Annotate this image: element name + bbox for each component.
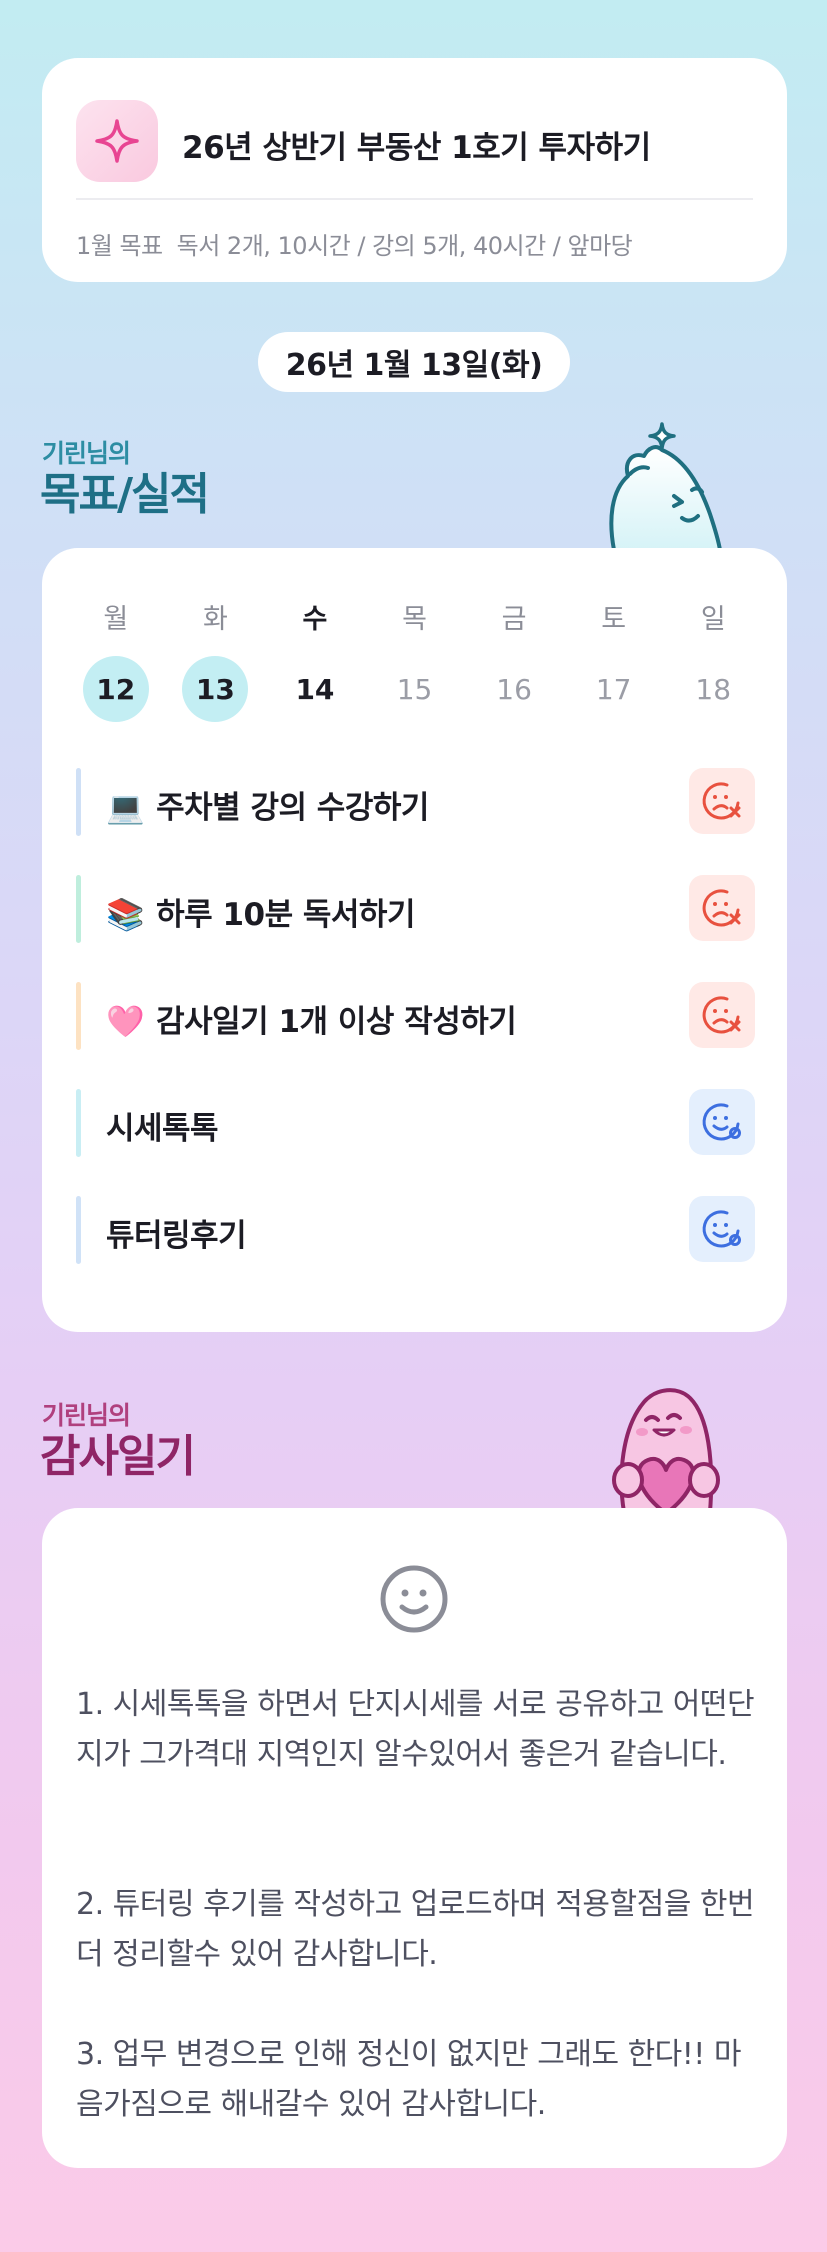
goal-label-text: 하루 10분 독서하기	[156, 897, 415, 933]
day-sun[interactable]: 일 18	[663, 600, 763, 722]
goal-item[interactable]: 💻 주차별 강의 수강하기	[76, 768, 755, 836]
goal-label: 💻 주차별 강의 수강하기	[106, 782, 429, 827]
goal-color-bar	[76, 1196, 81, 1264]
day-name: 금	[501, 604, 527, 635]
goal-label: 튜터링후기	[106, 1210, 247, 1255]
goals-section-title: 목표/실적	[40, 469, 210, 520]
goals-card: 월 12 화 13 수 14 목 15 금 16 토 17 일 18 💻 주차별…	[42, 548, 787, 1332]
goal-label-text: 튜터링후기	[106, 1218, 247, 1254]
status-ok-button[interactable]	[689, 1089, 755, 1155]
smile-icon	[380, 1565, 448, 1633]
heart-mascot-icon	[612, 1388, 720, 1512]
day-mon[interactable]: 월 12	[66, 600, 166, 722]
heart-emoji-icon: 🩷	[106, 1004, 145, 1040]
day-wed[interactable]: 수 14	[265, 600, 365, 722]
status-fail-button[interactable]	[689, 875, 755, 941]
laptop-emoji-icon: 💻	[106, 790, 145, 826]
divider	[76, 198, 753, 200]
day-number[interactable]: 18	[680, 656, 746, 722]
day-tue[interactable]: 화 13	[166, 600, 266, 722]
day-sat[interactable]: 토 17	[564, 600, 664, 722]
goal-label: 시세톡톡	[106, 1103, 219, 1148]
goal-item[interactable]: 📚 하루 10분 독서하기	[76, 875, 755, 943]
diary-entry: 3. 업무 변경으로 인해 정신이 없지만 그래도 한다!! 마음가짐으로 해내…	[76, 2037, 741, 2122]
smile-face-check-icon	[702, 1103, 741, 1141]
goal-item[interactable]: 🩷 감사일기 1개 이상 작성하기	[76, 982, 755, 1050]
sparkle-icon	[76, 100, 158, 182]
day-name: 월	[103, 604, 129, 635]
sad-face-x-icon	[702, 782, 741, 820]
day-name: 화	[202, 604, 228, 635]
status-fail-button[interactable]	[689, 768, 755, 834]
goal-item[interactable]: 시세톡톡	[76, 1089, 755, 1157]
goal-subtitle-label: 1월 목표	[76, 232, 163, 260]
goal-color-bar	[76, 768, 81, 836]
day-number[interactable]: 13	[182, 656, 249, 722]
smile-face-check-icon	[702, 1210, 741, 1248]
day-fri[interactable]: 금 16	[464, 600, 564, 722]
goal-label-text: 시세톡톡	[106, 1111, 219, 1147]
sad-face-x-icon	[702, 996, 741, 1034]
goal-color-bar	[76, 875, 81, 943]
diary-card: 1. 시세톡톡을 하면서 단지시세를 서로 공유하고 어떤단지가 그가격대 지역…	[42, 1508, 787, 2168]
day-number[interactable]: 12	[82, 656, 149, 722]
goal-label-text: 감사일기 1개 이상 작성하기	[156, 1004, 517, 1040]
goal-title: 26년 상반기 부동산 1호기 투자하기	[182, 130, 651, 166]
day-name: 토	[601, 604, 627, 635]
diary-section-title: 감사일기	[40, 1431, 196, 1482]
diary-entry: 1. 시세톡톡을 하면서 단지시세를 서로 공유하고 어떤단지가 그가격대 지역…	[76, 1687, 755, 1772]
goal-card[interactable]: 26년 상반기 부동산 1호기 투자하기 1월 목표 독서 2개, 10시간 / …	[42, 58, 787, 282]
goal-label: 📚 하루 10분 독서하기	[106, 889, 415, 934]
giraffe-mascot-icon	[609, 422, 722, 550]
date-pill[interactable]: 26년 1월 13일(화)	[258, 332, 570, 392]
sad-face-x-icon	[702, 889, 741, 927]
day-number[interactable]: 17	[581, 656, 647, 722]
status-fail-button[interactable]	[689, 982, 755, 1048]
day-name: 수	[302, 604, 328, 635]
goal-item[interactable]: 튜터링후기	[76, 1196, 755, 1264]
goal-label: 🩷 감사일기 1개 이상 작성하기	[106, 996, 517, 1041]
status-ok-button[interactable]	[689, 1196, 755, 1262]
day-thu[interactable]: 목 15	[365, 600, 465, 722]
books-emoji-icon: 📚	[106, 897, 145, 933]
day-number[interactable]: 16	[481, 656, 547, 722]
diary-entry: 2. 튜터링 후기를 작성하고 업로드하며 적용할점을 한번더 정리할수 있어 …	[76, 1887, 755, 1972]
goal-label-text: 주차별 강의 수강하기	[156, 790, 429, 826]
week-calendar: 월 12 화 13 수 14 목 15 금 16 토 17 일 18	[66, 600, 763, 722]
day-number[interactable]: 14	[282, 656, 348, 722]
day-number[interactable]: 15	[382, 656, 448, 722]
goal-color-bar	[76, 1089, 81, 1157]
day-name: 목	[402, 604, 427, 635]
goal-subtitle: 1월 목표 독서 2개, 10시간 / 강의 5개, 40시간 / 앞마당	[76, 226, 633, 261]
goal-subtitle-text: 독서 2개, 10시간 / 강의 5개, 40시간 / 앞마당	[176, 232, 633, 260]
day-name: 일	[700, 604, 726, 635]
goal-color-bar	[76, 982, 81, 1050]
